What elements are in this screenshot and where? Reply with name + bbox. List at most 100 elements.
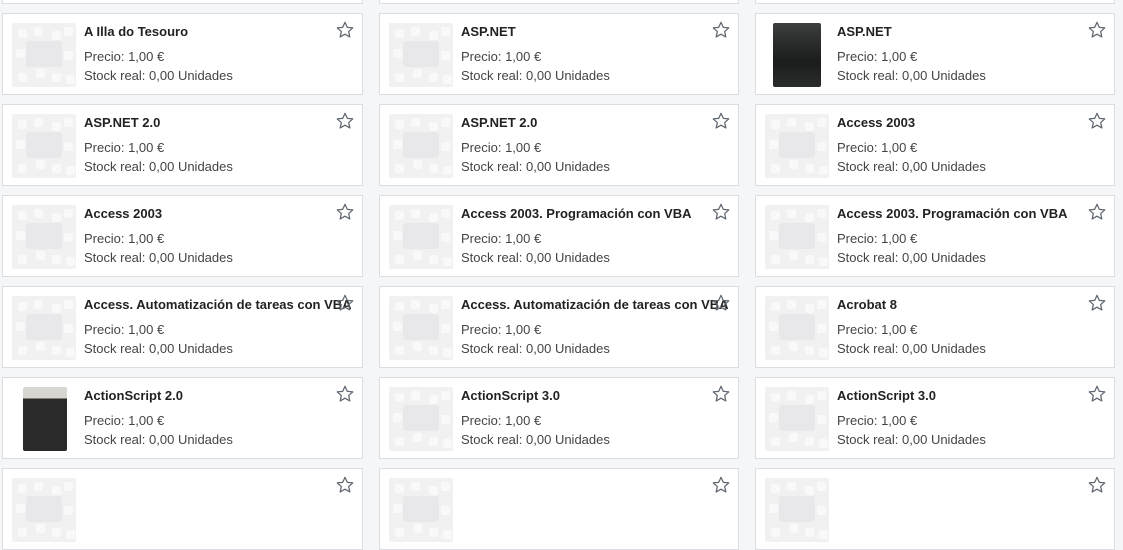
image-placeholder-icon (12, 114, 76, 178)
product-card[interactable]: ActionScript 2.0 Precio: 1,00 € Stock re… (2, 377, 363, 459)
product-price: Precio: 1,00 € (837, 49, 918, 64)
product-stock: Stock real: 0,00 Unidades (461, 159, 610, 174)
product-title[interactable]: Access 2003. Programación con VBA (837, 206, 1068, 221)
image-placeholder-icon (765, 478, 829, 542)
product-stock: Stock real: 0,00 Unidades (84, 159, 233, 174)
favorite-star-icon[interactable] (335, 111, 355, 131)
favorite-star-icon[interactable] (1087, 202, 1107, 222)
product-price: Precio: 1,00 € (84, 49, 165, 64)
product-card[interactable]: Access. Automatización de tareas con VBA… (2, 286, 363, 368)
product-stock: Stock real: 0,00 Unidades (84, 250, 233, 265)
product-stock: Stock real: 0,00 Unidades (461, 341, 610, 356)
product-title[interactable]: ASP.NET 2.0 (84, 115, 160, 130)
image-placeholder-icon (765, 387, 829, 451)
product-title[interactable]: Access 2003. Programación con VBA (461, 206, 692, 221)
product-card[interactable]: ActionScript 3.0 Precio: 1,00 € Stock re… (379, 377, 739, 459)
product-card[interactable]: A Illa do Tesouro Precio: 1,00 € Stock r… (2, 13, 363, 95)
product-price: Precio: 1,00 € (837, 413, 918, 428)
product-price: Precio: 1,00 € (84, 322, 165, 337)
favorite-star-icon[interactable] (335, 475, 355, 495)
product-price: Precio: 1,00 € (837, 322, 918, 337)
product-stock: Stock real: 0,00 Unidades (837, 159, 986, 174)
product-title[interactable]: Access 2003 (84, 206, 162, 221)
product-title[interactable]: ActionScript 2.0 (84, 388, 183, 403)
product-card[interactable] (755, 0, 1115, 4)
product-price: Precio: 1,00 € (461, 49, 542, 64)
product-title[interactable]: ASP.NET (837, 24, 892, 39)
image-placeholder-icon (765, 205, 829, 269)
product-price: Precio: 1,00 € (837, 231, 918, 246)
image-placeholder-icon (389, 114, 453, 178)
product-title[interactable]: A Illa do Tesouro (84, 24, 188, 39)
product-stock: Stock real: 0,00 Unidades (461, 432, 610, 447)
product-stock: Stock real: 0,00 Unidades (837, 250, 986, 265)
product-price: Precio: 1,00 € (84, 231, 165, 246)
product-card[interactable] (379, 468, 739, 550)
product-card[interactable]: Acrobat 8 Precio: 1,00 € Stock real: 0,0… (755, 286, 1115, 368)
product-title[interactable]: Access. Automatización de tareas con VBA (84, 297, 352, 312)
product-price: Precio: 1,00 € (461, 413, 542, 428)
favorite-star-icon[interactable] (1087, 384, 1107, 404)
image-placeholder-icon (389, 296, 453, 360)
product-card[interactable]: Access. Automatización de tareas con VBA… (379, 286, 739, 368)
product-title[interactable]: ActionScript 3.0 (837, 388, 936, 403)
product-price: Precio: 1,00 € (461, 231, 542, 246)
product-price: Precio: 1,00 € (84, 140, 165, 155)
favorite-star-icon[interactable] (1087, 475, 1107, 495)
product-stock: Stock real: 0,00 Unidades (84, 341, 233, 356)
product-title[interactable]: Access 2003 (837, 115, 915, 130)
product-card[interactable] (2, 0, 363, 4)
favorite-star-icon[interactable] (335, 20, 355, 40)
product-card[interactable] (2, 468, 363, 550)
product-title[interactable]: ASP.NET (461, 24, 516, 39)
product-card[interactable]: ASP.NET Precio: 1,00 € Stock real: 0,00 … (755, 13, 1115, 95)
product-card[interactable]: Access 2003 Precio: 1,00 € Stock real: 0… (755, 104, 1115, 186)
product-price: Precio: 1,00 € (84, 413, 165, 428)
favorite-star-icon[interactable] (335, 384, 355, 404)
image-placeholder-icon (12, 296, 76, 360)
product-stock: Stock real: 0,00 Unidades (84, 68, 233, 83)
image-placeholder-icon (765, 114, 829, 178)
product-stock: Stock real: 0,00 Unidades (837, 68, 986, 83)
product-card[interactable]: ASP.NET 2.0 Precio: 1,00 € Stock real: 0… (379, 104, 739, 186)
product-stock: Stock real: 0,00 Unidades (461, 68, 610, 83)
product-card[interactable]: Access 2003. Programación con VBA Precio… (379, 195, 739, 277)
image-placeholder-icon (12, 478, 76, 542)
favorite-star-icon[interactable] (1087, 20, 1107, 40)
product-card[interactable] (379, 0, 739, 4)
favorite-star-icon[interactable] (335, 202, 355, 222)
favorite-star-icon[interactable] (1087, 111, 1107, 131)
favorite-star-icon[interactable] (711, 202, 731, 222)
favorite-star-icon[interactable] (711, 475, 731, 495)
image-placeholder-icon (12, 23, 76, 87)
product-title[interactable]: ASP.NET 2.0 (461, 115, 537, 130)
product-card[interactable] (755, 468, 1115, 550)
product-card[interactable]: ActionScript 3.0 Precio: 1,00 € Stock re… (755, 377, 1115, 459)
product-stock: Stock real: 0,00 Unidades (837, 341, 986, 356)
product-price: Precio: 1,00 € (837, 140, 918, 155)
product-cover-image (773, 23, 821, 87)
product-title[interactable]: Acrobat 8 (837, 297, 897, 312)
product-cover-image (23, 387, 67, 451)
product-grid: A Illa do Tesouro Precio: 1,00 € Stock r… (2, 0, 1115, 550)
image-placeholder-icon (765, 296, 829, 360)
favorite-star-icon[interactable] (711, 384, 731, 404)
favorite-star-icon[interactable] (335, 293, 355, 313)
product-stock: Stock real: 0,00 Unidades (84, 432, 233, 447)
favorite-star-icon[interactable] (711, 293, 731, 313)
product-card[interactable]: ASP.NET Precio: 1,00 € Stock real: 0,00 … (379, 13, 739, 95)
favorite-star-icon[interactable] (711, 20, 731, 40)
product-stock: Stock real: 0,00 Unidades (461, 250, 610, 265)
product-card[interactable]: Access 2003. Programación con VBA Precio… (755, 195, 1115, 277)
image-placeholder-icon (389, 387, 453, 451)
favorite-star-icon[interactable] (711, 111, 731, 131)
product-title[interactable]: ActionScript 3.0 (461, 388, 560, 403)
image-placeholder-icon (389, 478, 453, 542)
product-card[interactable]: ASP.NET 2.0 Precio: 1,00 € Stock real: 0… (2, 104, 363, 186)
product-price: Precio: 1,00 € (461, 322, 542, 337)
favorite-star-icon[interactable] (1087, 293, 1107, 313)
image-placeholder-icon (12, 205, 76, 269)
product-price: Precio: 1,00 € (461, 140, 542, 155)
product-card[interactable]: Access 2003 Precio: 1,00 € Stock real: 0… (2, 195, 363, 277)
product-title[interactable]: Access. Automatización de tareas con VBA (461, 297, 729, 312)
